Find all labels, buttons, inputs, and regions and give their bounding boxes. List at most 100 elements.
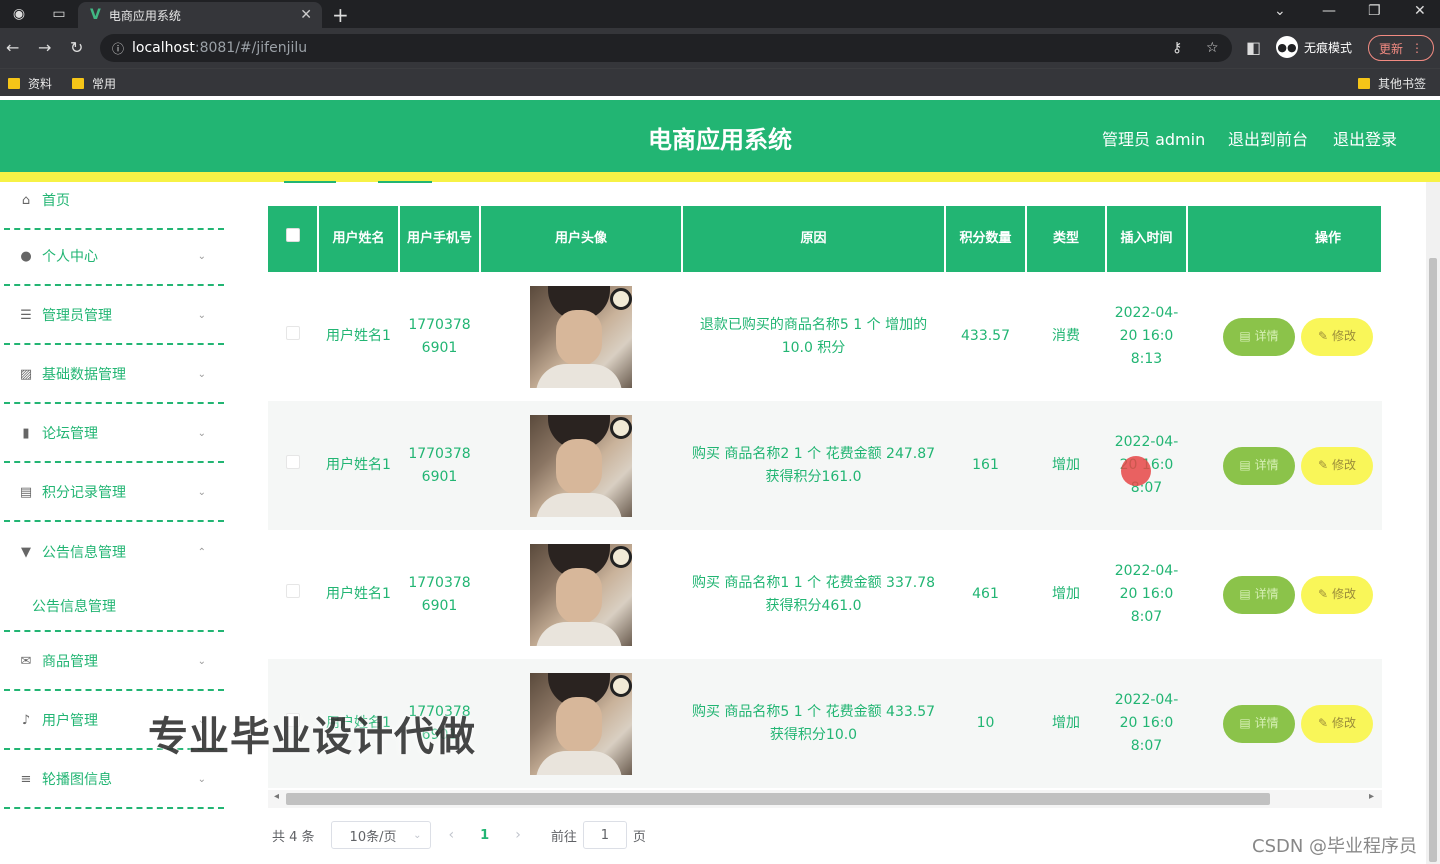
new-tab-icon[interactable]: + — [332, 3, 349, 27]
user-avatar-image[interactable] — [530, 285, 632, 388]
scrollbar-thumb[interactable] — [1429, 258, 1437, 862]
sidebar-item-label: 积分记录管理 — [42, 485, 126, 501]
sidebar-item-label: 公告信息管理 — [42, 545, 126, 561]
tab-search-icon[interactable]: ⌄ — [1274, 3, 1286, 19]
site-info-icon[interactable]: ⓘ — [112, 40, 124, 57]
actions-cell: ▤ 详情 ✎ 修改 — [1187, 272, 1382, 401]
sidebar-item-home[interactable]: ⌂ 首页 — [4, 172, 224, 230]
sidebar-item-admins[interactable]: ☰ 管理员管理 ⌄ — [4, 287, 224, 345]
admin-label[interactable]: 管理员 admin — [1102, 126, 1205, 150]
back-icon[interactable]: ← — [6, 38, 19, 57]
pagination: 共 4 条 10条/页 ⌄ ‹ 1 › 前往 1 页 — [272, 820, 646, 850]
browser-tab-active[interactable]: V 电商应用系统 ✕ — [78, 2, 322, 28]
url-input[interactable]: ⓘ localhost:8081/#/jifenjilu ⚷ ☆ — [100, 34, 1232, 62]
page-vertical-scrollbar[interactable] — [1426, 182, 1440, 864]
click-indicator — [1121, 456, 1151, 486]
mail-icon: ✉ — [20, 653, 32, 669]
row-checkbox[interactable] — [286, 326, 300, 340]
type-cell: 增加 — [1026, 659, 1106, 788]
forward-icon[interactable]: → — [38, 38, 51, 57]
edit-button[interactable]: ✎ 修改 — [1301, 317, 1373, 356]
sidebar-item-basic-data[interactable]: ▨ 基础数据管理 ⌄ — [4, 346, 224, 404]
sidebar-subitem-notices[interactable]: 公告信息管理 — [4, 596, 224, 616]
browser-tab-title: 电商应用系统 — [108, 8, 181, 23]
edit-button[interactable]: ✎ 修改 — [1301, 704, 1373, 743]
edit-button[interactable]: ✎ 修改 — [1301, 575, 1373, 614]
browser-address-bar: ← → ↻ ⓘ localhost:8081/#/jifenjilu ⚷ ☆ ◧… — [0, 28, 1440, 68]
edit-icon: ✎ — [1317, 458, 1329, 472]
column-header: 积分数量 — [945, 206, 1027, 272]
detail-label: 详情 — [1254, 329, 1279, 343]
goto-suffix: 页 — [632, 829, 646, 845]
key-icon[interactable]: ⚷ — [1172, 34, 1182, 62]
goto-page-input[interactable]: 1 — [582, 821, 627, 849]
next-page-icon[interactable]: › — [515, 827, 521, 843]
user-name-cell: 用户姓名1 — [318, 272, 399, 401]
user-phone-cell: 17703786901 — [399, 530, 480, 659]
user-name-cell: 用户姓名1 — [318, 530, 399, 659]
browser-tab-bar: ◉ ▭ V 电商应用系统 ✕ + ⌄ — ❐ ✕ — [0, 0, 1440, 28]
sidebar-item-personal[interactable]: ● 个人中心 ⌄ — [4, 228, 224, 286]
sidebar-item-label: 轮播图信息 — [42, 772, 112, 788]
user-avatar-image[interactable] — [530, 543, 632, 646]
sidebar-item-products[interactable]: ✉ 商品管理 ⌄ — [4, 633, 224, 691]
sidebar-item-label: 个人中心 — [42, 249, 98, 265]
prev-page-icon[interactable]: ‹ — [449, 827, 455, 843]
edit-icon: ✎ — [1317, 329, 1329, 343]
user-avatar-image[interactable] — [530, 672, 632, 775]
scrollbar-thumb[interactable] — [286, 793, 1270, 805]
tab-strip-icon[interactable]: ▭ — [48, 4, 70, 24]
reason-cell: 购买 商品名称1 1 个 花费金额 337.78 获得积分461.0 — [682, 530, 945, 659]
detail-button[interactable]: ▤ 详情 — [1223, 317, 1295, 356]
chevron-down-icon: ⌄ — [197, 655, 206, 667]
back-to-front-link[interactable]: 退出到前台 — [1228, 126, 1308, 150]
incognito-indicator[interactable]: ●● 无痕模式 — [1276, 36, 1352, 58]
detail-button[interactable]: ▤ 详情 — [1223, 446, 1295, 485]
app-header: 电商应用系统 管理员 admin 退出到前台 退出登录 — [0, 100, 1440, 172]
sliders-icon: ☰ — [20, 307, 32, 323]
page-size-value: 10条/页 — [349, 829, 397, 845]
row-checkbox[interactable] — [286, 455, 300, 469]
page-size-select[interactable]: 10条/页 ⌄ — [330, 821, 431, 849]
window-close-icon[interactable]: ✕ — [1414, 3, 1426, 19]
time-cell: 2022-04-20 16:08:13 — [1106, 272, 1187, 401]
bookmark-star-icon[interactable]: ☆ — [1206, 34, 1219, 62]
bookmark-folder-1[interactable]: 资料 — [8, 75, 52, 92]
column-header: 操作 — [1187, 206, 1382, 272]
reload-icon[interactable]: ↻ — [70, 38, 83, 57]
app-title: 电商应用系统 — [648, 126, 792, 154]
scroll-left-icon[interactable]: ◂ — [274, 791, 279, 802]
list-icon: ≡ — [20, 771, 32, 787]
sidebar-item-forum[interactable]: ▮ 论坛管理 ⌄ — [4, 405, 224, 463]
logout-link[interactable]: 退出登录 — [1333, 126, 1397, 150]
update-button[interactable]: 更新 ⋮ — [1368, 35, 1434, 61]
detail-button[interactable]: ▤ 详情 — [1223, 575, 1295, 614]
menu-dots-icon: ⋮ — [1411, 41, 1423, 55]
bookmark-folder-2[interactable]: 常用 — [72, 75, 116, 92]
table-horizontal-scrollbar[interactable]: ◂ ▸ — [268, 790, 1382, 808]
user-phone-cell: 17703786901 — [399, 401, 480, 530]
other-bookmarks[interactable]: 其他书签 — [1358, 75, 1426, 92]
csdn-credit: CSDN @毕业程序员 — [1252, 836, 1418, 857]
select-all-checkbox[interactable] — [285, 228, 300, 242]
sidebar-item-notices[interactable]: ▼ 公告信息管理 ⌃ — [4, 523, 224, 581]
type-cell: 消费 — [1026, 272, 1106, 401]
sidebar-item-points[interactable]: ▤ 积分记录管理 ⌄ — [4, 464, 224, 522]
scroll-right-icon[interactable]: ▸ — [1369, 791, 1374, 802]
browser-profile-icon[interactable]: ◉ — [8, 4, 30, 24]
document-icon: ▤ — [19, 484, 33, 500]
restore-icon[interactable]: ❐ — [1368, 3, 1381, 19]
detail-button[interactable]: ▤ 详情 — [1223, 704, 1295, 743]
sidepanel-icon[interactable]: ◧ — [1246, 38, 1261, 57]
minimize-icon[interactable]: — — [1322, 3, 1336, 19]
points-cell: 10 — [945, 659, 1026, 788]
tab-close-icon[interactable]: ✕ — [300, 7, 312, 23]
sidebar-item-label: 首页 — [42, 193, 70, 209]
table-header-row: 用户姓名 用户手机号 用户头像 原因 积分数量 类型 插入时间 操作 — [268, 206, 1382, 272]
chart-icon: ▨ — [19, 366, 33, 382]
user-avatar-image[interactable] — [530, 414, 632, 517]
row-checkbox[interactable] — [286, 584, 300, 598]
page-number-current[interactable]: 1 — [480, 828, 489, 843]
edit-button[interactable]: ✎ 修改 — [1301, 446, 1373, 485]
time-cell: 2022-04-20 16:08:07 — [1106, 530, 1187, 659]
